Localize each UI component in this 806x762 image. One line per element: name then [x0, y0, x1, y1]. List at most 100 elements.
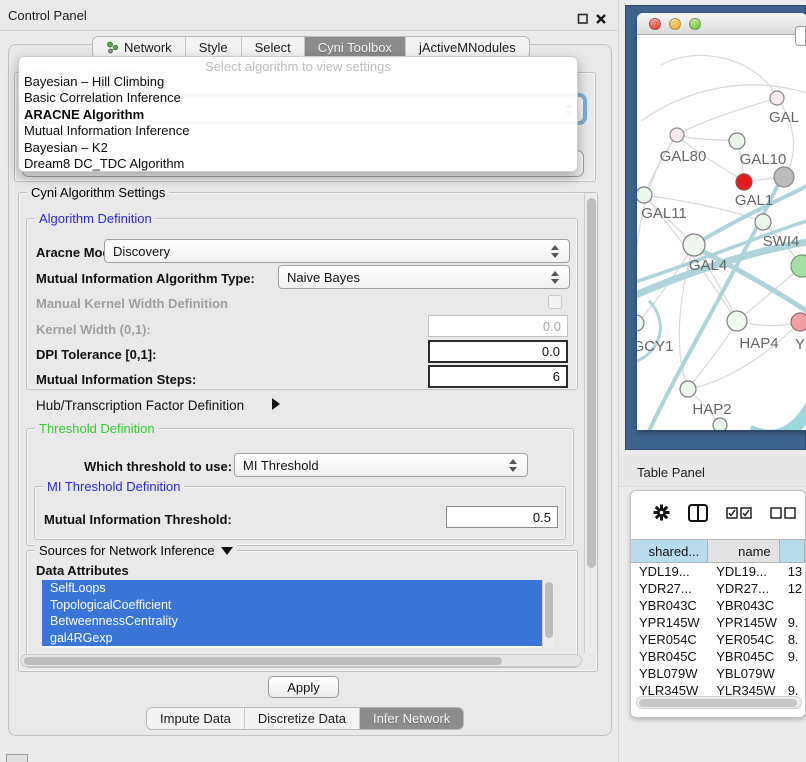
- kernel-width-field[interactable]: 0.0: [428, 315, 568, 337]
- float-window-icon[interactable]: [577, 12, 589, 24]
- algorithm-option[interactable]: ARACNE Algorithm: [19, 107, 577, 123]
- mi-steps-field[interactable]: 6: [428, 365, 568, 388]
- network-node-hap2[interactable]: [680, 381, 696, 397]
- data-attributes-list[interactable]: SelfLoopsTopologicalCoefficientBetweenne…: [42, 580, 542, 648]
- which-threshold-combobox[interactable]: MI Threshold: [234, 453, 528, 477]
- column-header-name[interactable]: name: [708, 540, 779, 562]
- which-threshold-label: Which threshold to use:: [84, 459, 232, 474]
- tab-discretize-data[interactable]: Discretize Data: [245, 708, 360, 729]
- mi-threshold-field[interactable]: 0.5: [446, 506, 558, 528]
- attributes-list-scrollbar[interactable]: [542, 580, 554, 648]
- table-row[interactable]: YER054CYER054C8.: [631, 632, 805, 649]
- table-cell: [780, 598, 805, 615]
- close-traffic-light-icon[interactable]: [649, 18, 661, 30]
- tab-jactivemnodules[interactable]: jActiveMNodules: [406, 37, 529, 58]
- tab-select[interactable]: Select: [242, 37, 305, 58]
- combo-spinner-icon: [507, 459, 519, 472]
- zoom-traffic-light-icon[interactable]: [689, 18, 701, 30]
- table-row[interactable]: YBR045CYBR045C9.: [631, 649, 805, 666]
- algorithm-dropdown-list: Bayesian – Hill ClimbingBasic Correlatio…: [19, 74, 577, 172]
- table-row[interactable]: YDL19...YDL19...13: [631, 564, 805, 581]
- table-cell: YER054C: [631, 632, 708, 649]
- data-attribute-item[interactable]: gal4RGexp: [42, 630, 542, 647]
- deselect-all-checkboxes-icon[interactable]: [770, 506, 796, 524]
- cyni-algorithm-settings-title: Cyni Algorithm Settings: [27, 185, 169, 200]
- gear-icon[interactable]: [653, 504, 670, 526]
- network-node-y[interactable]: [791, 313, 806, 331]
- network-view-window: GAL80GALGAL10GAL1GAL11SWI4GAL4GCY1HAP4YH…: [637, 13, 806, 430]
- network-node[interactable]: [670, 128, 684, 142]
- table-row[interactable]: YBR043CYBR043C: [631, 598, 805, 615]
- column-settings-icon[interactable]: [688, 504, 708, 527]
- tab-infer-network[interactable]: Infer Network: [360, 708, 463, 729]
- tab-style[interactable]: Style: [186, 37, 242, 58]
- table-row[interactable]: YDR27...YDR27...12: [631, 581, 805, 598]
- network-node-gal11[interactable]: [637, 187, 652, 203]
- network-icon: [106, 41, 119, 54]
- tab-impute-data[interactable]: Impute Data: [147, 708, 245, 729]
- network-node-gal[interactable]: [770, 91, 784, 105]
- bottom-tab-bar: Impute Data Discretize Data Infer Networ…: [146, 707, 464, 730]
- settings-vertical-scrollbar[interactable]: [584, 193, 597, 653]
- algorithm-option[interactable]: Mutual Information Inference: [19, 123, 577, 139]
- table-cell: YBR043C: [631, 598, 708, 615]
- table-horizontal-scrollbar[interactable]: [636, 696, 802, 709]
- manual-kernel-checkbox[interactable]: [548, 295, 562, 309]
- table-cell: YDR27...: [631, 581, 708, 598]
- table-row[interactable]: YPR145WYPR145W9.: [631, 615, 805, 632]
- network-node-gcy1[interactable]: [637, 315, 644, 331]
- attributes-list-scrollbar-thumb[interactable]: [545, 582, 553, 638]
- tab-infer-network-label: Infer Network: [373, 711, 450, 726]
- data-attribute-item[interactable]: BetweennessCentrality: [42, 613, 542, 630]
- network-node-swi4[interactable]: [755, 214, 771, 230]
- tab-cyni-toolbox[interactable]: Cyni Toolbox: [305, 37, 406, 58]
- mi-threshold-group-title: MI Threshold Definition: [43, 479, 184, 494]
- algorithm-option[interactable]: Basic Correlation Inference: [19, 90, 577, 106]
- mi-type-combobox[interactable]: Naive Bayes: [278, 265, 570, 289]
- apply-button[interactable]: Apply: [268, 676, 339, 698]
- network-node-gal4[interactable]: [683, 234, 705, 256]
- manual-kernel-label: Manual Kernel Width Definition: [36, 296, 228, 311]
- panel-divider[interactable]: [618, 0, 619, 762]
- network-node-label: SWI4: [763, 233, 800, 250]
- algorithm-option[interactable]: Bayesian – Hill Climbing: [19, 74, 577, 90]
- dock-button[interactable]: [6, 754, 28, 762]
- network-node-gal10[interactable]: [729, 133, 745, 149]
- which-threshold-value: MI Threshold: [243, 458, 319, 473]
- tab-network[interactable]: Network: [93, 37, 186, 58]
- column-header-shared-name[interactable]: shared...: [631, 540, 708, 562]
- table-panel-title: Table Panel: [637, 465, 705, 480]
- close-icon[interactable]: [595, 12, 607, 24]
- network-graph: GAL80GALGAL10GAL1GAL11SWI4GAL4GCY1HAP4YH…: [637, 35, 806, 430]
- algorithm-option[interactable]: Dream8 DC_TDC Algorithm: [19, 156, 577, 172]
- select-all-checkboxes-icon[interactable]: [726, 506, 752, 524]
- network-view-frame: GAL80GALGAL10GAL1GAL11SWI4GAL4GCY1HAP4YH…: [625, 5, 806, 450]
- settings-horizontal-scrollbar-thumb[interactable]: [24, 657, 502, 665]
- aracne-mode-combobox[interactable]: Discovery: [104, 239, 570, 263]
- network-node-label: GAL4: [689, 257, 727, 274]
- sources-collapse-arrow-icon[interactable]: [221, 547, 233, 555]
- network-window-titlebar[interactable]: [637, 13, 806, 35]
- table-cell: [780, 666, 805, 683]
- algorithm-dropdown-popup: Select algorithm to view settings Bayesi…: [18, 56, 578, 172]
- network-node[interactable]: [713, 418, 727, 430]
- hub-expand-arrow-icon[interactable]: [272, 398, 280, 410]
- algorithm-option[interactable]: Bayesian – K2: [19, 140, 577, 156]
- column-header-cut[interactable]: [780, 540, 805, 562]
- network-canvas[interactable]: GAL80GALGAL10GAL1GAL11SWI4GAL4GCY1HAP4YH…: [637, 35, 806, 430]
- dpi-tolerance-field[interactable]: 0.0: [428, 340, 568, 363]
- data-attribute-item[interactable]: TopologicalCoefficient: [42, 597, 542, 614]
- network-node[interactable]: [774, 167, 794, 187]
- settings-vertical-scrollbar-thumb[interactable]: [587, 198, 596, 568]
- network-toolbar-button-cut[interactable]: [795, 26, 806, 46]
- settings-horizontal-scrollbar[interactable]: [20, 654, 582, 667]
- table-horizontal-scrollbar-thumb[interactable]: [639, 699, 797, 707]
- network-node-hap4[interactable]: [727, 311, 747, 331]
- network-node-label: GAL: [769, 109, 799, 126]
- table-row[interactable]: YBL079WYBL079W: [631, 666, 805, 683]
- minimize-traffic-light-icon[interactable]: [669, 18, 681, 30]
- network-node-gal1[interactable]: [736, 174, 752, 190]
- data-attribute-item[interactable]: SelfLoops: [42, 580, 542, 597]
- hub-definition-label: Hub/Transcription Factor Definition: [36, 398, 244, 413]
- mi-type-value: Naive Bayes: [287, 270, 360, 285]
